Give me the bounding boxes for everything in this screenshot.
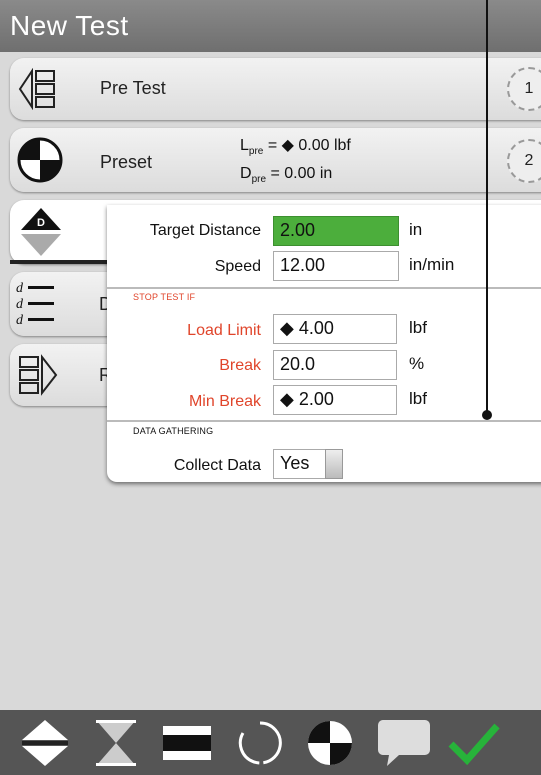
step-label: Pre Test bbox=[100, 78, 166, 98]
d-pre-symbol: D bbox=[240, 165, 252, 182]
report-icon bbox=[19, 354, 58, 396]
load-limit-field[interactable]: ◆ 4.00 bbox=[273, 314, 397, 344]
page-title: New Test bbox=[10, 10, 129, 41]
load-limit-label: Load Limit bbox=[187, 322, 261, 339]
d-pre-value: = 0.00 in bbox=[270, 165, 333, 182]
load-limit-unit: lbf bbox=[409, 318, 427, 337]
speed-label: Speed bbox=[214, 258, 261, 275]
l-pre-symbol: L bbox=[240, 137, 249, 154]
l-pre-sub: pre bbox=[248, 146, 264, 158]
title-bar: New Test bbox=[0, 0, 541, 52]
l-pre-readout: Lpre = ◆ 0.00 lbf bbox=[240, 135, 351, 157]
active-step-underline bbox=[10, 260, 110, 264]
annotation-pointer-dot bbox=[482, 410, 492, 420]
svg-text:D: D bbox=[37, 217, 45, 229]
collect-data-label: Collect Data bbox=[173, 457, 261, 474]
refresh-icon[interactable] bbox=[235, 718, 285, 768]
l-pre-value: = ◆ 0.00 lbf bbox=[267, 137, 351, 154]
step-number-badge: 1 bbox=[507, 67, 541, 111]
quadrant-icon[interactable] bbox=[305, 718, 355, 768]
min-break-unit: lbf bbox=[409, 389, 427, 408]
break-field[interactable]: 20.0 bbox=[273, 350, 397, 380]
d-pre-sub: pre bbox=[251, 174, 267, 186]
annotation-pointer-line bbox=[486, 0, 488, 414]
target-distance-label: Target Distance bbox=[149, 222, 261, 239]
collect-data-toggle[interactable]: Yes bbox=[273, 449, 325, 479]
pre-test-icon bbox=[18, 68, 55, 110]
message-icon[interactable] bbox=[377, 718, 431, 768]
data-list-icon: d d d bbox=[16, 281, 54, 328]
break-label: Break bbox=[219, 357, 261, 374]
min-break-field[interactable]: ◆ 2.00 bbox=[273, 385, 397, 415]
section-divider bbox=[107, 287, 541, 289]
stop-test-if-heading: STOP TEST IF bbox=[133, 292, 196, 302]
target-distance-unit: in bbox=[409, 220, 423, 239]
bottom-toolbar bbox=[0, 710, 541, 775]
app-window: New Test Pre Test 1 Preset Lpre = ◆ 0.00… bbox=[0, 0, 541, 775]
svg-text:d: d bbox=[16, 297, 24, 312]
step-number-badge: 2 bbox=[507, 139, 541, 183]
speed-field[interactable]: 12.00 bbox=[273, 251, 399, 281]
checkmark-icon[interactable] bbox=[447, 722, 501, 766]
bar-icon[interactable] bbox=[162, 725, 212, 761]
svg-text:d: d bbox=[16, 313, 24, 328]
distance-test-icon: D bbox=[21, 208, 61, 256]
min-break-label: Min Break bbox=[188, 393, 261, 410]
d-pre-readout: Dpre = 0.00 in bbox=[240, 165, 332, 185]
preset-icon bbox=[17, 137, 63, 183]
hourglass-icon[interactable] bbox=[93, 718, 139, 768]
crosshead-icon[interactable] bbox=[20, 718, 70, 768]
step-settings-panel: Target Distance 2.00 in Speed 12.00 in/m… bbox=[107, 205, 541, 482]
step-preset[interactable]: Preset Lpre = ◆ 0.00 lbf Dpre = 0.00 in … bbox=[10, 128, 541, 192]
svg-text:d: d bbox=[16, 281, 24, 296]
toggle-handle[interactable] bbox=[325, 449, 343, 479]
step-pre-test[interactable]: Pre Test 1 bbox=[10, 58, 541, 120]
data-gathering-heading: DATA GATHERING bbox=[133, 426, 214, 436]
section-divider bbox=[107, 420, 541, 422]
speed-unit: in/min bbox=[409, 255, 455, 274]
step-label: Preset bbox=[100, 152, 153, 172]
break-unit: % bbox=[409, 354, 425, 373]
target-distance-field[interactable]: 2.00 bbox=[273, 216, 399, 246]
